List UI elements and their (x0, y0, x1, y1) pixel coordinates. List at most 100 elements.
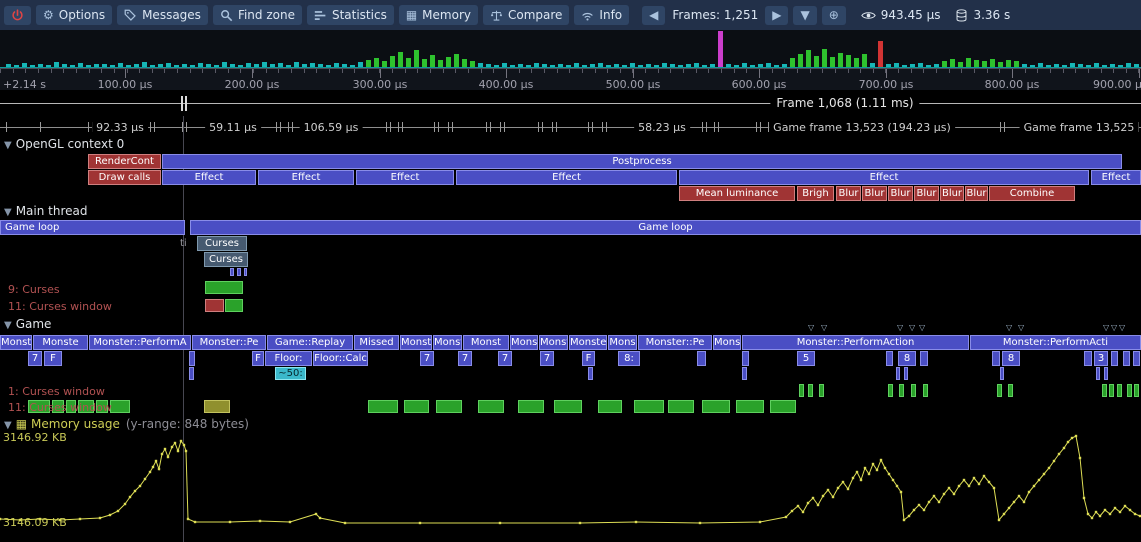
zone-bar[interactable]: Game loop (190, 220, 1141, 235)
zone-bar[interactable]: Brigh (797, 186, 834, 201)
zone-bar[interactable]: 7 (420, 351, 434, 366)
info-button[interactable]: Info (574, 5, 629, 25)
frame-time-bar[interactable] (366, 60, 371, 67)
frame-time-bar[interactable] (430, 55, 435, 67)
zone-bar[interactable]: Effect (162, 170, 256, 185)
message-marker-icon[interactable]: ▽ (808, 324, 814, 332)
frame-time-bar[interactable] (438, 60, 443, 67)
subframe-label[interactable]: Game frame 13,525 (1020, 121, 1139, 134)
zone-bar[interactable] (1127, 384, 1132, 397)
zone-bar[interactable] (920, 351, 928, 366)
zone-bar[interactable]: Blur (888, 186, 913, 201)
zone-bar[interactable] (634, 400, 664, 413)
thread-label[interactable]: 11: Curses window (8, 401, 112, 414)
zone-bar[interactable]: F (582, 351, 595, 366)
frame-time-bar[interactable] (422, 59, 427, 67)
zone-bar[interactable]: Game loop (0, 220, 185, 235)
zone-bar[interactable]: Monster::Pe (638, 335, 712, 350)
zone-bar[interactable] (886, 351, 893, 366)
next-frame-button[interactable]: ▶ (765, 6, 788, 25)
zone-bar[interactable]: Blur (862, 186, 887, 201)
zone-bar[interactable]: Postprocess (162, 154, 1122, 169)
zone-bar[interactable]: 7 (540, 351, 554, 366)
zone-bar[interactable] (1008, 384, 1013, 397)
frame-time-bar[interactable] (854, 58, 859, 67)
zone-bar[interactable]: Monst (400, 335, 432, 350)
zone-bar[interactable] (237, 268, 241, 276)
zone-bar[interactable] (1096, 367, 1100, 380)
zone-bar[interactable]: Blur (940, 186, 964, 201)
zoom-to-frame-button[interactable]: ▼ (793, 6, 816, 25)
frame-time-bar[interactable] (414, 50, 419, 67)
zone-bar[interactable] (923, 384, 928, 397)
zone-bar[interactable] (1102, 384, 1107, 397)
zone-bar[interactable]: Mons (713, 335, 741, 350)
zone-bar[interactable]: Monste (569, 335, 607, 350)
zone-bar[interactable]: Monst (463, 335, 509, 350)
zone-bar[interactable] (668, 400, 694, 413)
zone-bar[interactable]: Effect (1091, 170, 1141, 185)
frame-time-bar[interactable] (446, 57, 451, 67)
zone-bar[interactable]: Blur (914, 186, 939, 201)
power-button[interactable] (4, 6, 31, 25)
zone-bar[interactable]: Monst (539, 335, 568, 350)
zone-bar[interactable]: Blur (836, 186, 861, 201)
zone-bar[interactable] (770, 400, 796, 413)
message-marker-icon[interactable]: ▽ (1111, 324, 1117, 332)
zone-bar[interactable] (598, 400, 622, 413)
zone-bar[interactable] (1134, 384, 1139, 397)
frame-time-bar[interactable] (718, 31, 723, 67)
zone-bar[interactable] (225, 299, 243, 312)
zone-bar[interactable]: Draw calls (88, 170, 161, 185)
zone-bar[interactable] (899, 384, 904, 397)
frame-time-bar[interactable] (462, 59, 467, 67)
frame-time-bar[interactable] (374, 58, 379, 67)
thread-label[interactable]: 1: Curses window (8, 385, 105, 398)
zone-bar[interactable] (368, 400, 398, 413)
zone-bar[interactable]: 7 (498, 351, 512, 366)
frame-time-bar[interactable] (990, 59, 995, 67)
zone-bar[interactable] (808, 384, 813, 397)
zone-bar[interactable] (110, 400, 130, 413)
zone-bar[interactable] (189, 351, 195, 366)
zone-bar[interactable]: 7 (28, 351, 42, 366)
compare-button[interactable]: Compare (483, 5, 569, 25)
prev-frame-button[interactable]: ◀ (642, 6, 665, 25)
zone-bar[interactable] (205, 299, 224, 312)
zone-bar[interactable] (896, 367, 900, 380)
zone-bar[interactable]: ~50: (275, 367, 306, 380)
frame-time-bar[interactable] (790, 58, 795, 67)
zone-bar[interactable] (742, 367, 747, 380)
zone-bar[interactable]: 5 (797, 351, 815, 366)
zone-bar[interactable]: Mean luminance (679, 186, 795, 201)
frame-time-bar[interactable] (398, 52, 403, 67)
frame-time-bar[interactable] (974, 60, 979, 67)
zone-bar[interactable]: Monst (510, 335, 538, 350)
zone-bar[interactable] (205, 281, 243, 294)
zone-bar[interactable] (230, 268, 234, 276)
zone-bar[interactable] (1084, 351, 1092, 366)
zone-bar[interactable] (997, 384, 1002, 397)
zone-bar[interactable] (1000, 367, 1004, 380)
messages-button[interactable]: Messages (117, 5, 208, 25)
section-header-opengl[interactable]: ▼OpenGL context 0 (4, 137, 124, 151)
zone-bar[interactable]: F (252, 351, 264, 366)
zone-bar[interactable]: Blur (965, 186, 988, 201)
zone-bar[interactable]: RenderCont (88, 154, 161, 169)
zone-bar[interactable] (518, 400, 544, 413)
frame-time-bar[interactable] (862, 54, 867, 67)
message-marker-icon[interactable]: ▽ (1103, 324, 1109, 332)
zone-bar[interactable] (1117, 384, 1122, 397)
message-marker-icon[interactable]: ▽ (909, 324, 915, 332)
zone-bar[interactable] (189, 367, 194, 380)
message-marker-icon[interactable]: ▽ (919, 324, 925, 332)
zone-bar[interactable]: Monste (33, 335, 88, 350)
zone-bar[interactable] (888, 384, 893, 397)
zone-bar[interactable] (736, 400, 764, 413)
subframe-label[interactable]: 58.23 μs (634, 121, 690, 134)
frame-time-bar[interactable] (806, 50, 811, 67)
zone-bar[interactable]: Curses (197, 236, 247, 251)
section-header-game[interactable]: ▼Game (4, 317, 51, 331)
zone-bar[interactable] (404, 400, 429, 413)
zone-bar[interactable] (911, 384, 916, 397)
